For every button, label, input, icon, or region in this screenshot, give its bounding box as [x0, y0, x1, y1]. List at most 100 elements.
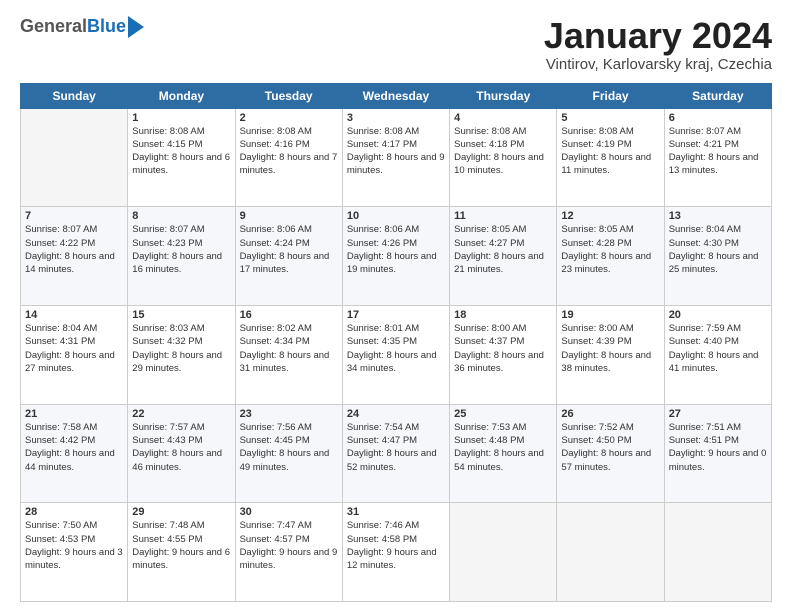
day-number: 29 [132, 506, 230, 518]
sunrise-text: Sunrise: 8:06 AM [347, 223, 445, 236]
day-number: 27 [669, 408, 767, 420]
daylight-text: Daylight: 8 hours and 54 minutes. [454, 447, 552, 474]
table-row: 7Sunrise: 8:07 AMSunset: 4:22 PMDaylight… [21, 207, 128, 306]
day-info: Sunrise: 8:08 AMSunset: 4:19 PMDaylight:… [561, 125, 659, 178]
table-row: 8Sunrise: 8:07 AMSunset: 4:23 PMDaylight… [128, 207, 235, 306]
sunset-text: Sunset: 4:31 PM [25, 335, 123, 348]
table-row: 23Sunrise: 7:56 AMSunset: 4:45 PMDayligh… [235, 404, 342, 503]
sunrise-text: Sunrise: 7:46 AM [347, 519, 445, 532]
header: GeneralBlue January 2024 Vintirov, Karlo… [20, 16, 772, 73]
day-info: Sunrise: 8:08 AMSunset: 4:15 PMDaylight:… [132, 125, 230, 178]
daylight-text: Daylight: 8 hours and 21 minutes. [454, 250, 552, 277]
sunrise-text: Sunrise: 7:48 AM [132, 519, 230, 532]
day-info: Sunrise: 7:52 AMSunset: 4:50 PMDaylight:… [561, 421, 659, 474]
sunset-text: Sunset: 4:39 PM [561, 335, 659, 348]
sunrise-text: Sunrise: 8:05 AM [561, 223, 659, 236]
table-row: 31Sunrise: 7:46 AMSunset: 4:58 PMDayligh… [342, 503, 449, 602]
daylight-text: Daylight: 8 hours and 57 minutes. [561, 447, 659, 474]
sunset-text: Sunset: 4:51 PM [669, 434, 767, 447]
day-info: Sunrise: 7:54 AMSunset: 4:47 PMDaylight:… [347, 421, 445, 474]
sunrise-text: Sunrise: 8:07 AM [669, 125, 767, 138]
sunrise-text: Sunrise: 8:08 AM [347, 125, 445, 138]
day-number: 1 [132, 112, 230, 124]
table-row [557, 503, 664, 602]
logo-arrow-icon [128, 16, 144, 38]
sunset-text: Sunset: 4:16 PM [240, 138, 338, 151]
day-info: Sunrise: 8:07 AMSunset: 4:22 PMDaylight:… [25, 223, 123, 276]
day-number: 12 [561, 210, 659, 222]
calendar-week-row: 28Sunrise: 7:50 AMSunset: 4:53 PMDayligh… [21, 503, 772, 602]
daylight-text: Daylight: 8 hours and 25 minutes. [669, 250, 767, 277]
table-row: 16Sunrise: 8:02 AMSunset: 4:34 PMDayligh… [235, 305, 342, 404]
daylight-text: Daylight: 8 hours and 13 minutes. [669, 151, 767, 178]
daylight-text: Daylight: 8 hours and 6 minutes. [132, 151, 230, 178]
day-number: 4 [454, 112, 552, 124]
day-info: Sunrise: 7:57 AMSunset: 4:43 PMDaylight:… [132, 421, 230, 474]
day-info: Sunrise: 7:46 AMSunset: 4:58 PMDaylight:… [347, 519, 445, 572]
day-number: 6 [669, 112, 767, 124]
sunset-text: Sunset: 4:19 PM [561, 138, 659, 151]
table-row: 2Sunrise: 8:08 AMSunset: 4:16 PMDaylight… [235, 108, 342, 207]
day-info: Sunrise: 8:04 AMSunset: 4:31 PMDaylight:… [25, 322, 123, 375]
table-row: 5Sunrise: 8:08 AMSunset: 4:19 PMDaylight… [557, 108, 664, 207]
day-number: 15 [132, 309, 230, 321]
daylight-text: Daylight: 8 hours and 11 minutes. [561, 151, 659, 178]
sunset-text: Sunset: 4:50 PM [561, 434, 659, 447]
sunrise-text: Sunrise: 7:51 AM [669, 421, 767, 434]
day-info: Sunrise: 7:47 AMSunset: 4:57 PMDaylight:… [240, 519, 338, 572]
sunrise-text: Sunrise: 7:47 AM [240, 519, 338, 532]
table-row [450, 503, 557, 602]
sunset-text: Sunset: 4:28 PM [561, 237, 659, 250]
sunset-text: Sunset: 4:32 PM [132, 335, 230, 348]
logo-blue-text: Blue [87, 16, 126, 36]
table-row: 1Sunrise: 8:08 AMSunset: 4:15 PMDaylight… [128, 108, 235, 207]
daylight-text: Daylight: 9 hours and 0 minutes. [669, 447, 767, 474]
table-row: 25Sunrise: 7:53 AMSunset: 4:48 PMDayligh… [450, 404, 557, 503]
calendar-week-row: 7Sunrise: 8:07 AMSunset: 4:22 PMDaylight… [21, 207, 772, 306]
sunrise-text: Sunrise: 8:08 AM [561, 125, 659, 138]
day-info: Sunrise: 7:56 AMSunset: 4:45 PMDaylight:… [240, 421, 338, 474]
table-row: 28Sunrise: 7:50 AMSunset: 4:53 PMDayligh… [21, 503, 128, 602]
table-row: 26Sunrise: 7:52 AMSunset: 4:50 PMDayligh… [557, 404, 664, 503]
logo: GeneralBlue [20, 16, 144, 38]
day-number: 23 [240, 408, 338, 420]
sunset-text: Sunset: 4:42 PM [25, 434, 123, 447]
sunrise-text: Sunrise: 7:52 AM [561, 421, 659, 434]
table-row: 13Sunrise: 8:04 AMSunset: 4:30 PMDayligh… [664, 207, 771, 306]
day-info: Sunrise: 7:59 AMSunset: 4:40 PMDaylight:… [669, 322, 767, 375]
sunrise-text: Sunrise: 7:59 AM [669, 322, 767, 335]
daylight-text: Daylight: 9 hours and 9 minutes. [240, 546, 338, 573]
title-month: January 2024 [544, 16, 772, 56]
daylight-text: Daylight: 8 hours and 17 minutes. [240, 250, 338, 277]
sunset-text: Sunset: 4:45 PM [240, 434, 338, 447]
sunrise-text: Sunrise: 8:02 AM [240, 322, 338, 335]
day-number: 30 [240, 506, 338, 518]
day-info: Sunrise: 8:00 AMSunset: 4:37 PMDaylight:… [454, 322, 552, 375]
day-number: 24 [347, 408, 445, 420]
sunset-text: Sunset: 4:27 PM [454, 237, 552, 250]
daylight-text: Daylight: 8 hours and 38 minutes. [561, 349, 659, 376]
day-info: Sunrise: 8:00 AMSunset: 4:39 PMDaylight:… [561, 322, 659, 375]
daylight-text: Daylight: 9 hours and 3 minutes. [25, 546, 123, 573]
header-sunday: Sunday [21, 83, 128, 108]
day-info: Sunrise: 8:02 AMSunset: 4:34 PMDaylight:… [240, 322, 338, 375]
daylight-text: Daylight: 9 hours and 12 minutes. [347, 546, 445, 573]
sunset-text: Sunset: 4:15 PM [132, 138, 230, 151]
table-row: 15Sunrise: 8:03 AMSunset: 4:32 PMDayligh… [128, 305, 235, 404]
table-row: 27Sunrise: 7:51 AMSunset: 4:51 PMDayligh… [664, 404, 771, 503]
title-location: Vintirov, Karlovarsky kraj, Czechia [544, 56, 772, 73]
calendar-week-row: 14Sunrise: 8:04 AMSunset: 4:31 PMDayligh… [21, 305, 772, 404]
header-wednesday: Wednesday [342, 83, 449, 108]
sunrise-text: Sunrise: 8:06 AM [240, 223, 338, 236]
sunrise-text: Sunrise: 7:57 AM [132, 421, 230, 434]
day-info: Sunrise: 8:05 AMSunset: 4:27 PMDaylight:… [454, 223, 552, 276]
sunrise-text: Sunrise: 8:07 AM [25, 223, 123, 236]
day-info: Sunrise: 8:07 AMSunset: 4:23 PMDaylight:… [132, 223, 230, 276]
header-friday: Friday [557, 83, 664, 108]
day-info: Sunrise: 7:48 AMSunset: 4:55 PMDaylight:… [132, 519, 230, 572]
sunrise-text: Sunrise: 7:54 AM [347, 421, 445, 434]
day-info: Sunrise: 8:03 AMSunset: 4:32 PMDaylight:… [132, 322, 230, 375]
daylight-text: Daylight: 8 hours and 46 minutes. [132, 447, 230, 474]
daylight-text: Daylight: 8 hours and 7 minutes. [240, 151, 338, 178]
day-number: 20 [669, 309, 767, 321]
